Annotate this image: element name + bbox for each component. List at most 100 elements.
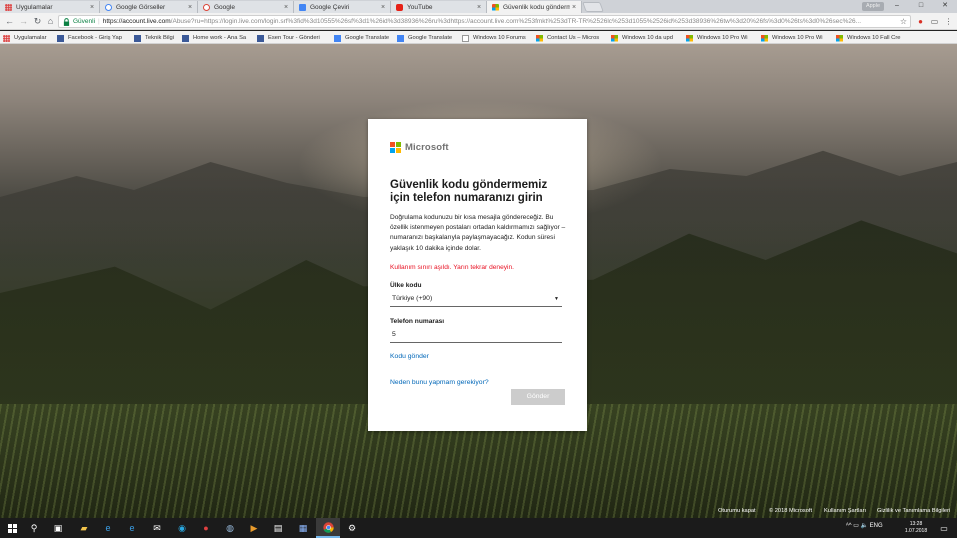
bookmark-contact-us[interactable]: Contact Us – Micros [536, 33, 602, 43]
file-explorer-icon[interactable]: ▰ [72, 518, 96, 538]
terms-link[interactable]: Kullanım Şartları [824, 508, 866, 514]
minimize-button[interactable]: – [885, 0, 909, 13]
address-bar[interactable]: Güvenli | https://account.live.com /Abus… [58, 15, 911, 28]
cast-icon[interactable]: ▭ [929, 16, 940, 27]
close-window-button[interactable]: ✕ [933, 0, 957, 13]
bookmark-label: Windows 10 Pro Wi [697, 35, 748, 41]
maximize-button[interactable]: □ [909, 0, 933, 13]
phone-number-value: 5 [392, 331, 396, 339]
bookmark-home-work[interactable]: Home work - Ana Sa [182, 33, 252, 43]
google-g-icon [105, 3, 112, 11]
browser-titlebar: Uygulamalar × Google Görseller × Google … [0, 0, 957, 13]
edge-icon[interactable]: e [96, 518, 120, 538]
bookmark-windows-forums[interactable]: Windows 10 Forums [462, 33, 530, 43]
facebook-icon [257, 34, 264, 42]
bookmark-teknik-bilgi[interactable]: Teknik Bilgi [134, 33, 178, 43]
tab-label: Güvenlik kodu göndermem [503, 3, 570, 11]
new-tab-button[interactable] [582, 2, 604, 12]
phone-number-label: Telefon numarası [390, 317, 445, 325]
tab-close-icon[interactable]: × [570, 4, 578, 11]
microsoft-wordmark: Microsoft [405, 141, 449, 153]
why-needed-link[interactable]: Neden bunu yapmam gerekiyor? [390, 379, 489, 386]
store-icon[interactable]: ▤ [266, 518, 290, 538]
notification-center-icon[interactable]: ▭ [933, 518, 955, 538]
menu-kebab-icon[interactable]: ⋮ [943, 16, 954, 27]
privacy-link[interactable]: Gizlilik ve Tanımlama Bilgileri [877, 508, 950, 514]
country-code-label: Ülke kodu [390, 281, 422, 289]
mail-icon[interactable]: ✉ [145, 518, 169, 538]
opera-icon[interactable]: ● [194, 518, 218, 538]
forward-arrow-icon[interactable]: → [18, 16, 29, 27]
chrome-icon[interactable] [316, 518, 340, 538]
tab-google-translate[interactable]: Google Çeviri × [294, 1, 391, 13]
search-icon[interactable]: ⚲ [22, 518, 46, 538]
dialog-description: Doğrulama kodunuzu bir kısa mesajla gönd… [390, 214, 566, 252]
bookmark-star-icon[interactable]: ☆ [900, 17, 907, 26]
secure-label: Güvenli [73, 18, 96, 25]
tab-security-code[interactable]: Güvenlik kodu göndermem × [487, 1, 582, 13]
system-tray[interactable]: ᴬ^ ▭ 🔈 ENG [846, 522, 883, 529]
bookmark-google-translate-1[interactable]: Google Translate [334, 33, 392, 43]
tab-close-icon[interactable]: × [88, 4, 96, 11]
skype-icon[interactable]: ◉ [170, 518, 194, 538]
bookmark-label: Teknik Bilgi [145, 35, 174, 41]
country-code-value: Türkiye (+90) [392, 295, 433, 303]
tab-google[interactable]: Google × [198, 1, 294, 13]
tab-google-images[interactable]: Google Görseller × [100, 1, 198, 13]
bookmark-label: Contact Us – Micros [547, 35, 600, 41]
sign-out-link[interactable]: Oturumu kapat [718, 508, 756, 514]
back-arrow-icon[interactable]: ← [4, 16, 15, 27]
tab-label: Google Çeviri [310, 3, 350, 11]
settings-icon[interactable]: ⚙ [340, 518, 364, 538]
microsoft-icon [761, 34, 768, 42]
bookmark-label: Google Translate [345, 35, 390, 41]
google-translate-icon [299, 3, 306, 11]
tab-close-icon[interactable]: × [379, 4, 387, 11]
bookmark-esen-tour[interactable]: Esen Tour - Gönderi [257, 33, 325, 43]
send-code-link[interactable]: Kodu gönder [390, 353, 429, 360]
tab-apps[interactable]: Uygulamalar × [0, 1, 100, 13]
reload-icon[interactable]: ↻ [32, 16, 43, 27]
system-clock[interactable]: 13:28 1.07.2018 [901, 521, 931, 535]
extension-icon[interactable]: ● [915, 16, 926, 27]
tab-label: Google Görseller [116, 3, 166, 11]
microsoft-logo: Microsoft [390, 141, 565, 153]
facebook-icon [57, 34, 64, 42]
tab-label: Uygulamalar [16, 3, 53, 11]
bookmark-windows-pro-2[interactable]: Windows 10 Pro Wi [761, 33, 827, 43]
tab-youtube[interactable]: YouTube × [391, 1, 487, 13]
bookmark-facebook-login[interactable]: Facebook - Giriş Yap [57, 33, 125, 43]
tab-label: Google [214, 3, 235, 11]
tab-label: YouTube [407, 3, 433, 11]
bookmark-windows-fall-creators[interactable]: Windows 10 Fall Cre [836, 33, 902, 43]
submit-button[interactable]: Gönder [511, 388, 565, 405]
bookmark-windows-pro-1[interactable]: Windows 10 Pro Wi [686, 33, 752, 43]
country-code-select[interactable]: Türkiye (+90) ▼ [390, 292, 562, 307]
bookmark-windows-update[interactable]: Windows 10 da upd [611, 33, 677, 43]
tab-close-icon[interactable]: × [186, 4, 194, 11]
bookmark-label: Windows 10 Forums [473, 35, 526, 41]
task-view-icon[interactable]: ▣ [46, 518, 70, 538]
facebook-icon [134, 34, 141, 42]
bookmark-google-translate-2[interactable]: Google Translate [397, 33, 457, 43]
phone-number-input[interactable]: 5 [390, 328, 562, 343]
tab-close-icon[interactable]: × [282, 4, 290, 11]
tab-close-icon[interactable]: × [475, 4, 483, 11]
photos-icon[interactable]: ▦ [291, 518, 315, 538]
edge-icon[interactable]: e [120, 518, 144, 538]
copyright-text: © 2018 Microsoft [769, 508, 813, 514]
microsoft-icon [836, 34, 843, 42]
address-separator: | [98, 18, 100, 25]
microsoft-icon [686, 34, 693, 42]
error-message: Kullanım sınırı aşıldı. Yarın tekrar den… [390, 263, 514, 271]
youtube-icon [396, 3, 403, 11]
home-icon[interactable]: ⌂ [45, 16, 56, 27]
bookmark-apps[interactable]: Uygulamalar [3, 33, 53, 43]
media-player-icon[interactable]: ▶ [242, 518, 266, 538]
bookmark-label: Esen Tour - Gönderi [268, 35, 320, 41]
profile-button[interactable]: Apple [862, 2, 884, 11]
windows-start-icon[interactable] [0, 518, 24, 538]
app-icon[interactable]: ◍ [218, 518, 242, 538]
url-path: /Abuse?ru=https://login.live.com/login.s… [170, 18, 862, 25]
bookmark-label: Google Translate [408, 35, 453, 41]
